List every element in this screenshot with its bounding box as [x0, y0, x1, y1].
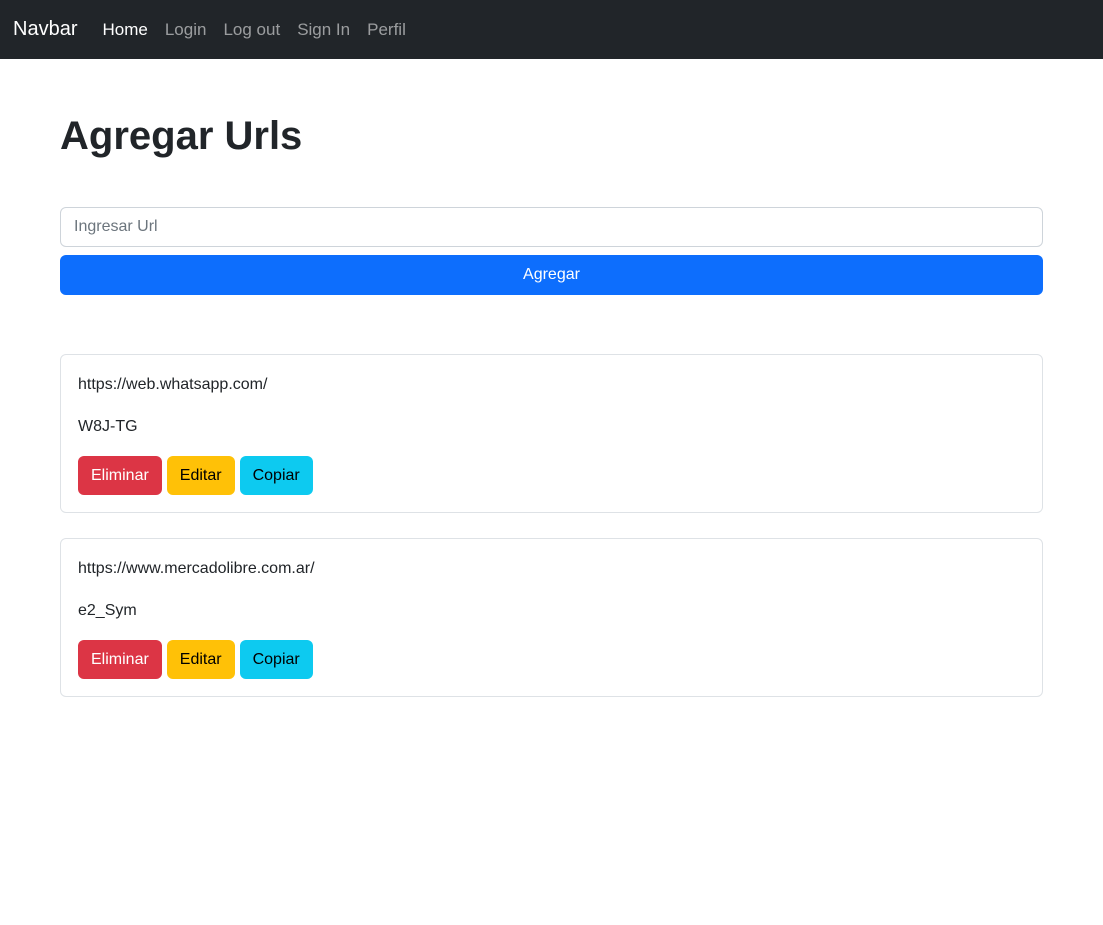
- url-input[interactable]: [60, 207, 1043, 247]
- original-url: https://web.whatsapp.com/: [78, 376, 268, 393]
- delete-button[interactable]: Eliminar: [78, 456, 162, 495]
- nav-link-perfil[interactable]: Perfil: [367, 20, 406, 40]
- navbar-brand[interactable]: Navbar: [13, 18, 77, 41]
- nav-link-login[interactable]: Login: [165, 20, 207, 40]
- original-url: https://www.mercadolibre.com.ar/: [78, 560, 315, 577]
- delete-button[interactable]: Eliminar: [78, 640, 162, 679]
- edit-button[interactable]: Editar: [166, 456, 235, 495]
- nav-links: Home Login Log out Sign In Perfil: [102, 20, 422, 40]
- url-card: https://www.mercadolibre.com.ar/ e2_Sym …: [60, 538, 1043, 697]
- short-url: W8J-TG: [78, 418, 138, 435]
- short-url: e2_Sym: [78, 602, 137, 619]
- page-title: Agregar Urls: [60, 114, 303, 158]
- copy-button[interactable]: Copiar: [239, 456, 313, 495]
- copy-button[interactable]: Copiar: [239, 640, 313, 679]
- nav-link-home[interactable]: Home: [102, 20, 147, 40]
- card-actions: Eliminar Editar Copiar: [78, 456, 318, 495]
- nav-link-signin[interactable]: Sign In: [297, 20, 350, 40]
- navbar: Navbar Home Login Log out Sign In Perfil: [0, 0, 1103, 59]
- edit-button[interactable]: Editar: [166, 640, 235, 679]
- nav-link-logout[interactable]: Log out: [223, 20, 280, 40]
- url-card: https://web.whatsapp.com/ W8J-TG Elimina…: [60, 354, 1043, 513]
- card-actions: Eliminar Editar Copiar: [78, 640, 318, 679]
- add-url-button[interactable]: Agregar: [60, 255, 1043, 295]
